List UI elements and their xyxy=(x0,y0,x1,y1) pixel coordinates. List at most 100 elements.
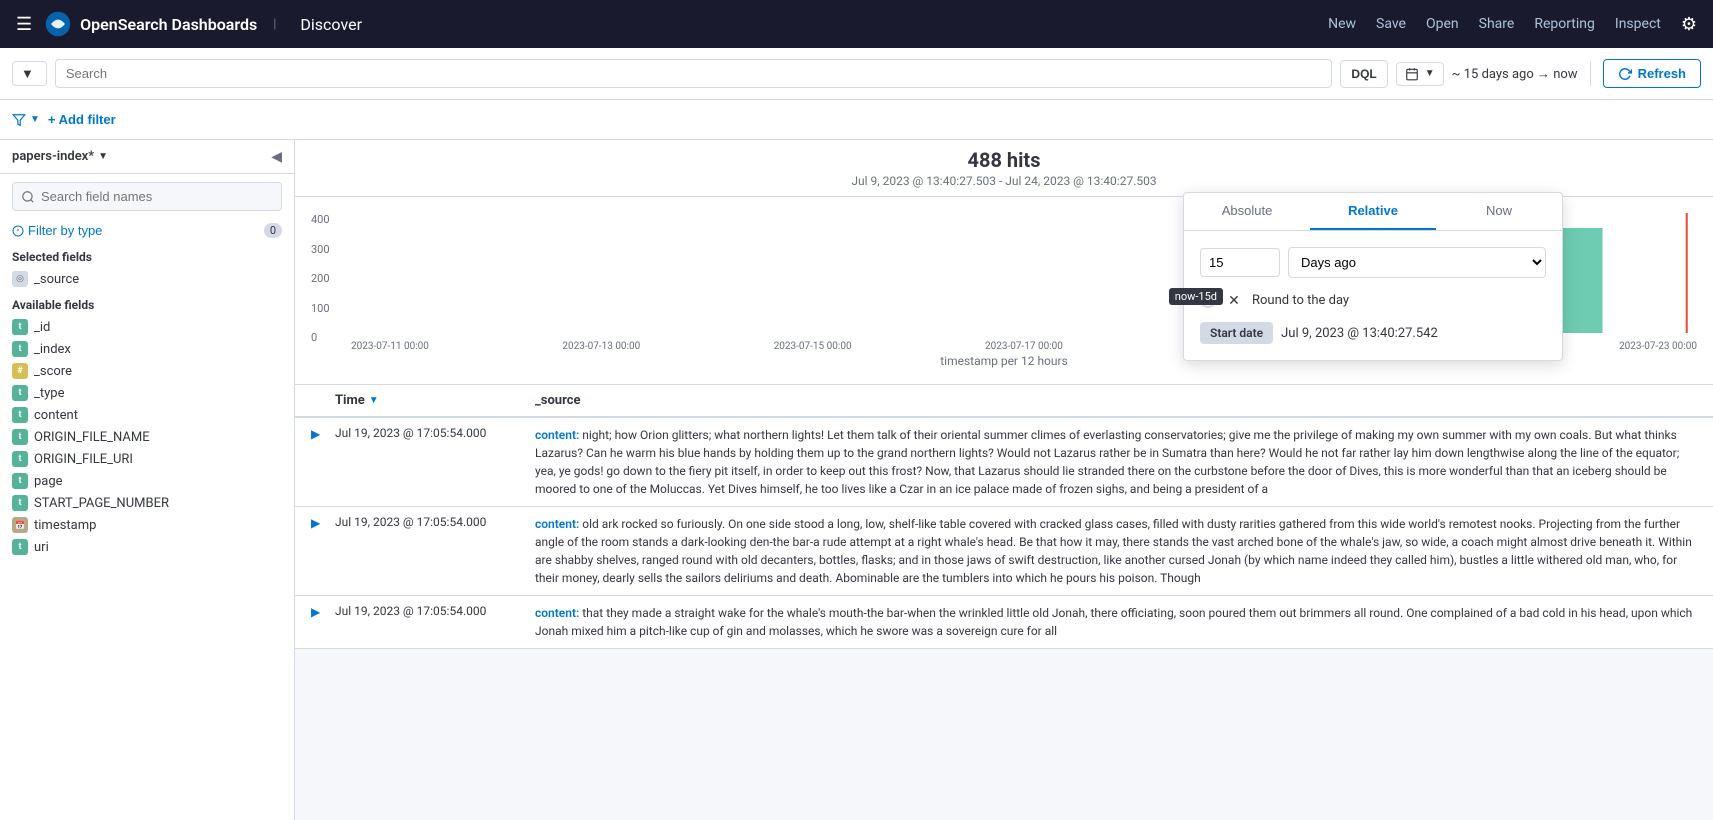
results-table: Time ▼ _source ▶ Jul 19, 2023 @ 17:05:54… xyxy=(295,385,1713,649)
field-type-badge-origin-file-uri: t xyxy=(12,451,28,467)
selected-fields-title: Selected fields xyxy=(0,242,294,268)
field-name-origin-file-uri: ORIGIN_FILE_URI xyxy=(34,452,133,467)
sidebar-header: papers-index* ▼ ◀ xyxy=(0,140,294,174)
field-type-badge-timestamp: 📅 xyxy=(12,517,28,533)
row-content-2: content: that they made a straight wake … xyxy=(535,604,1697,640)
row-text-1: old ark rocked so furiously. On one side… xyxy=(535,517,1692,585)
page-title: Discover xyxy=(300,15,362,34)
add-filter-button[interactable]: + Add filter xyxy=(48,112,116,127)
dropdown-tabs: Absolute Relative Now xyxy=(1184,193,1562,231)
share-link[interactable]: Share xyxy=(1479,16,1515,32)
sort-arrow-icon: ▼ xyxy=(369,395,379,406)
field-name-origin-file-name: ORIGIN_FILE_NAME xyxy=(34,430,150,445)
y-label-100: 100 xyxy=(311,302,341,315)
x-label-0: 2023-07-11 00:00 xyxy=(351,341,429,352)
settings-icon[interactable]: ⚙ xyxy=(1681,14,1697,35)
refresh-label: Refresh xyxy=(1638,66,1686,81)
tab-now[interactable]: Now xyxy=(1436,193,1562,230)
field-item-source[interactable]: ◎ _source xyxy=(0,268,294,290)
save-link[interactable]: Save xyxy=(1376,16,1406,32)
filter-dropdown-icon: ▼ xyxy=(30,114,40,125)
round-to-day-clear-button[interactable]: ✕ xyxy=(1224,290,1244,310)
row-time-2: Jul 19, 2023 @ 17:05:54.000 xyxy=(335,604,535,618)
table-row: ▶ Jul 19, 2023 @ 17:05:54.000 content: o… xyxy=(295,507,1713,596)
datetime-dropdown: Absolute Relative Now Days ago Seconds a… xyxy=(1183,192,1563,361)
row-expand-button-0[interactable]: ▶ xyxy=(311,426,335,441)
field-name-source: _source xyxy=(34,272,79,287)
row-content-1: content: old ark rocked so furiously. On… xyxy=(535,515,1697,587)
sidebar-index-name: papers-index* ▼ xyxy=(12,149,108,164)
x-label-1: 2023-07-13 00:00 xyxy=(562,341,640,352)
filter-by-type-button[interactable]: Filter by type xyxy=(12,223,102,238)
field-item-origin-file-uri[interactable]: t ORIGIN_FILE_URI xyxy=(0,448,294,470)
row-text-2: that they made a straight wake for the w… xyxy=(535,606,1692,638)
table-header: Time ▼ _source xyxy=(295,385,1713,418)
index-selector-button[interactable]: ▼ xyxy=(12,61,47,86)
row-expand-button-1[interactable]: ▶ xyxy=(311,515,335,530)
toolbar-divider xyxy=(1590,62,1591,86)
relative-number-input[interactable] xyxy=(1200,248,1280,277)
field-type-badge-id: t xyxy=(12,319,28,335)
new-link[interactable]: New xyxy=(1328,16,1356,32)
inspect-link[interactable]: Inspect xyxy=(1615,16,1661,32)
filter-options-button[interactable]: ▼ xyxy=(12,113,40,127)
y-label-400: 400 xyxy=(311,213,341,226)
field-name-type: _type xyxy=(34,386,64,401)
field-item-uri[interactable]: t uri xyxy=(0,536,294,558)
tab-relative[interactable]: Relative xyxy=(1310,193,1436,230)
table-row-main-0: ▶ Jul 19, 2023 @ 17:05:54.000 content: n… xyxy=(295,418,1713,506)
hits-count: 488 hits xyxy=(311,148,1697,172)
field-item-type[interactable]: t _type xyxy=(0,382,294,404)
field-item-id[interactable]: t _id xyxy=(0,316,294,338)
field-item-origin-file-name[interactable]: t ORIGIN_FILE_NAME xyxy=(0,426,294,448)
sidebar-collapse-button[interactable]: ◀ xyxy=(271,148,282,165)
field-item-page[interactable]: t page xyxy=(0,470,294,492)
start-date-value: Jul 9, 2023 @ 13:40:27.542 xyxy=(1281,326,1438,341)
source-col-header: _source xyxy=(535,393,1697,408)
hits-header: 488 hits Jul 9, 2023 @ 13:40:27.503 - Ju… xyxy=(295,140,1713,197)
search-fields-input[interactable] xyxy=(12,182,282,211)
row-text-0: night; how Orion glitters; what northern… xyxy=(535,428,1679,496)
hamburger-button[interactable]: ☰ xyxy=(16,14,32,35)
time-picker-button[interactable]: ▼ xyxy=(1396,62,1444,86)
field-name-timestamp: timestamp xyxy=(34,518,96,533)
open-link[interactable]: Open xyxy=(1426,16,1459,32)
hits-range: Jul 9, 2023 @ 13:40:27.503 - Jul 24, 202… xyxy=(311,174,1697,188)
filter-by-type-label: Filter by type xyxy=(28,223,102,238)
field-name-score: _score xyxy=(34,364,72,379)
field-name-uri: uri xyxy=(34,540,49,555)
time-range-display: ~ 15 days ago → now xyxy=(1452,66,1578,82)
time-col-header[interactable]: Time ▼ xyxy=(335,393,535,408)
field-item-index[interactable]: t _index xyxy=(0,338,294,360)
opensearch-logo-icon xyxy=(44,10,72,38)
search-input[interactable] xyxy=(55,59,1333,88)
tab-absolute[interactable]: Absolute xyxy=(1184,193,1310,230)
round-to-day-row: ✕ Round to the day xyxy=(1200,290,1546,310)
field-type-badge-content: t xyxy=(12,407,28,423)
row-time-1: Jul 19, 2023 @ 17:05:54.000 xyxy=(335,515,535,529)
row-content-0: content: night; how Orion glitters; what… xyxy=(535,426,1697,498)
field-type-badge-page: t xyxy=(12,473,28,489)
index-selector-icon: ▼ xyxy=(21,66,34,81)
calendar-icon xyxy=(1405,67,1419,81)
main-toolbar: ▼ DQL ▼ ~ 15 days ago → now Refresh xyxy=(0,48,1713,100)
table-row: ▶ Jul 19, 2023 @ 17:05:54.000 content: t… xyxy=(295,596,1713,649)
field-item-timestamp[interactable]: 📅 timestamp xyxy=(0,514,294,536)
reporting-link[interactable]: Reporting xyxy=(1534,16,1595,32)
row-expand-button-2[interactable]: ▶ xyxy=(311,604,335,619)
chart-y-axis: 400 300 200 100 0 xyxy=(311,213,341,344)
relative-unit-select[interactable]: Days ago Seconds ago Minutes ago Hours a… xyxy=(1288,247,1546,278)
field-type-badge-type: t xyxy=(12,385,28,401)
field-type-badge-uri: t xyxy=(12,539,28,555)
now-15d-tooltip: now-15d xyxy=(1169,288,1223,305)
field-item-start-page-number[interactable]: t START_PAGE_NUMBER xyxy=(0,492,294,514)
refresh-button[interactable]: Refresh xyxy=(1603,59,1701,88)
filter-by-type-row: Filter by type 0 xyxy=(0,219,294,242)
round-to-day-label: Round to the day xyxy=(1252,293,1349,308)
relative-inputs-row: Days ago Seconds ago Minutes ago Hours a… xyxy=(1200,247,1546,278)
filter-count-badge: 0 xyxy=(264,223,282,238)
dql-button[interactable]: DQL xyxy=(1340,60,1387,88)
content-area: 488 hits Jul 9, 2023 @ 13:40:27.503 - Ju… xyxy=(295,140,1713,820)
field-item-content[interactable]: t content xyxy=(0,404,294,426)
field-item-score[interactable]: # _score xyxy=(0,360,294,382)
